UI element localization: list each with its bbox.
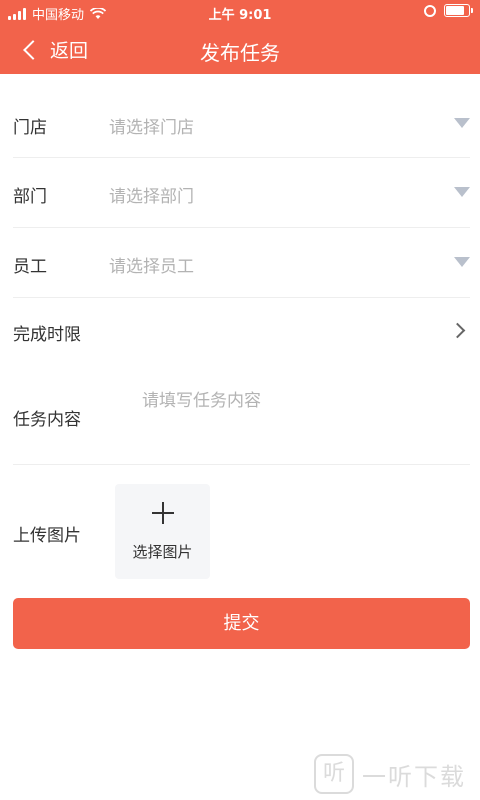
store-placeholder: 请选择门店: [109, 118, 194, 138]
employee-label: 员工: [13, 257, 47, 277]
submit-button[interactable]: 提交: [13, 598, 470, 649]
chevron-right-icon: [449, 322, 466, 339]
navbar: 返回 发布任务: [0, 28, 480, 72]
employee-select[interactable]: 员工 请选择员工: [13, 228, 470, 298]
department-label: 部门: [13, 187, 47, 207]
upload-label: 上传图片: [13, 526, 81, 546]
deadline-row[interactable]: 完成时限: [13, 298, 470, 364]
watermark: 听 一听下载: [314, 754, 466, 794]
store-label: 门店: [13, 118, 47, 138]
dropdown-triangle-icon: [454, 257, 470, 267]
page-title: 发布任务: [200, 41, 280, 65]
dropdown-triangle-icon: [454, 187, 470, 197]
dropdown-triangle-icon: [454, 118, 470, 128]
battery-level: [446, 6, 464, 15]
plus-icon: [152, 502, 174, 524]
content-row: 任务内容 请填写任务内容: [13, 364, 470, 465]
content-input[interactable]: 请填写任务内容: [142, 386, 261, 411]
watermark-logo: 听: [314, 754, 354, 794]
status-bar: 中国移动 上午 9:01: [0, 0, 480, 26]
employee-placeholder: 请选择员工: [109, 257, 194, 277]
department-placeholder: 请选择部门: [109, 187, 194, 207]
content-label: 任务内容: [13, 410, 81, 430]
battery-icon: [444, 4, 473, 17]
store-select[interactable]: 门店 请选择门店: [13, 88, 470, 158]
watermark-text: 一听下载: [362, 762, 466, 791]
deadline-label: 完成时限: [13, 325, 81, 345]
lock-rotation-icon: [424, 4, 436, 17]
department-select[interactable]: 部门 请选择部门: [13, 158, 470, 228]
select-image-label: 选择图片: [132, 543, 193, 561]
header: 中国移动 上午 9:01 返回 发布任务: [0, 0, 480, 74]
status-time: 上午 9:01: [208, 8, 272, 23]
status-right: [424, 4, 473, 17]
select-image-button[interactable]: 选择图片: [115, 484, 210, 579]
